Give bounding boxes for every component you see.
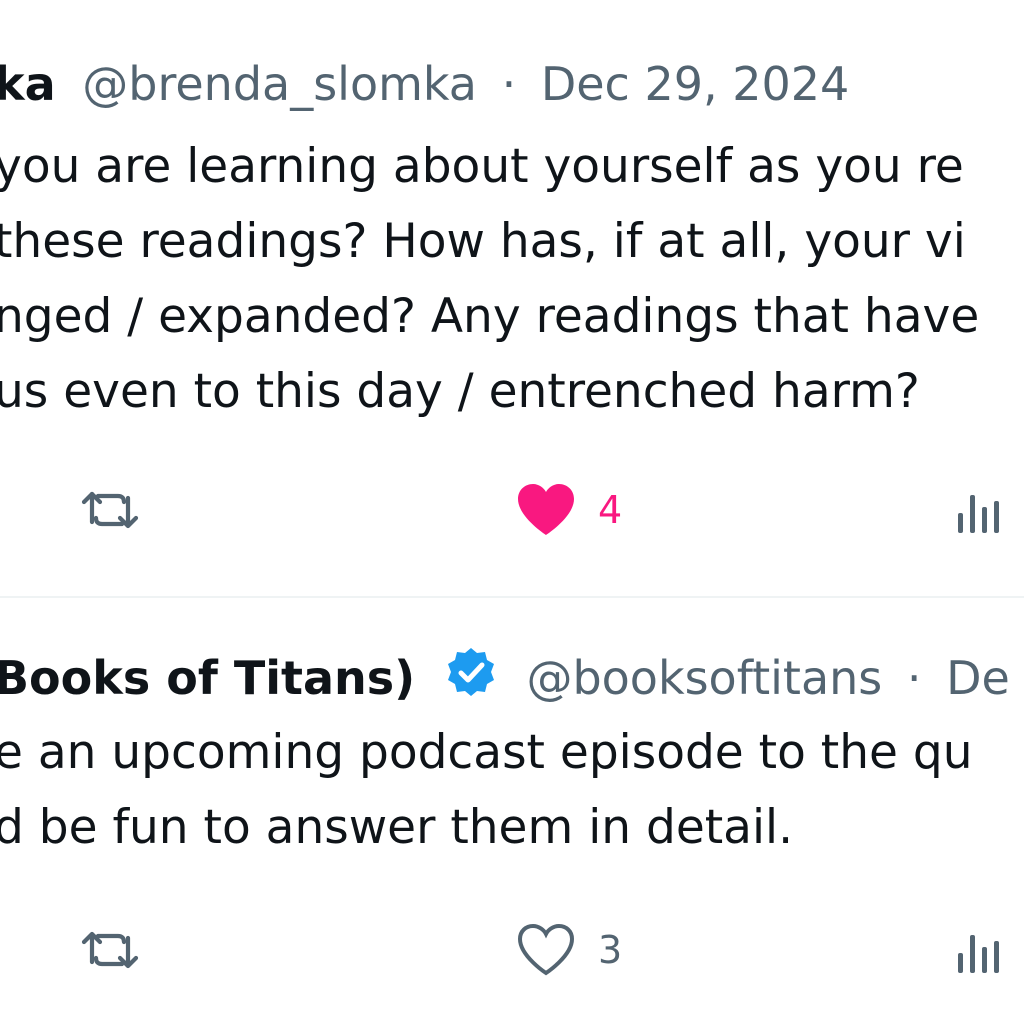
separator-dot: · [501, 57, 517, 111]
tweet-text-line: d be fun to answer them in detail. [0, 800, 794, 855]
tweet-text-line: you are learning about yourself as you r… [0, 139, 964, 194]
retweet-button[interactable] [78, 480, 142, 540]
tweet-text-line: e an upcoming podcast episode to the qu [0, 725, 973, 780]
like-button[interactable]: 3 [516, 920, 622, 980]
retweet-icon [81, 931, 139, 969]
tweet-date[interactable]: De [946, 651, 1010, 705]
tweet-1[interactable]: ka @brenda_slomka · Dec 29, 2024 you are… [0, 0, 1024, 580]
tweet-2[interactable]: Books of Titans) @booksoftitans · De e a… [0, 600, 1024, 1024]
views-bar-chart-icon [958, 495, 999, 533]
like-button[interactable]: 4 [516, 480, 622, 540]
like-count: 4 [598, 488, 623, 532]
views-button[interactable] [956, 480, 1006, 540]
tweet-header: Books of Titans) @booksoftitans · De [0, 646, 1010, 707]
views-bar-chart-icon [958, 935, 999, 973]
tweet-text-line: us even to this day / entrenched harm? [0, 364, 920, 419]
views-button[interactable] [956, 920, 1006, 980]
heart-icon [518, 484, 574, 535]
retweet-icon [81, 491, 139, 529]
heart-outline-icon [517, 923, 575, 976]
retweet-button[interactable] [78, 920, 142, 980]
author-handle[interactable]: @brenda_slomka [82, 57, 477, 111]
verified-badge-icon [447, 648, 494, 696]
author-name[interactable]: Books of Titans) [0, 651, 415, 705]
tweet-date[interactable]: Dec 29, 2024 [541, 57, 849, 111]
tweet-divider [0, 596, 1024, 598]
author-handle[interactable]: @booksoftitans [526, 651, 882, 705]
like-count: 3 [598, 928, 623, 972]
tweet-header: ka @brenda_slomka · Dec 29, 2024 [0, 61, 849, 107]
tweet-text-line: these readings? How has, if at all, your… [0, 214, 966, 269]
verified-badge [444, 646, 498, 707]
separator-dot: · [906, 651, 922, 705]
tweet-text-line: nged / expanded? Any readings that have [0, 289, 980, 344]
author-name[interactable]: ka [0, 57, 56, 111]
